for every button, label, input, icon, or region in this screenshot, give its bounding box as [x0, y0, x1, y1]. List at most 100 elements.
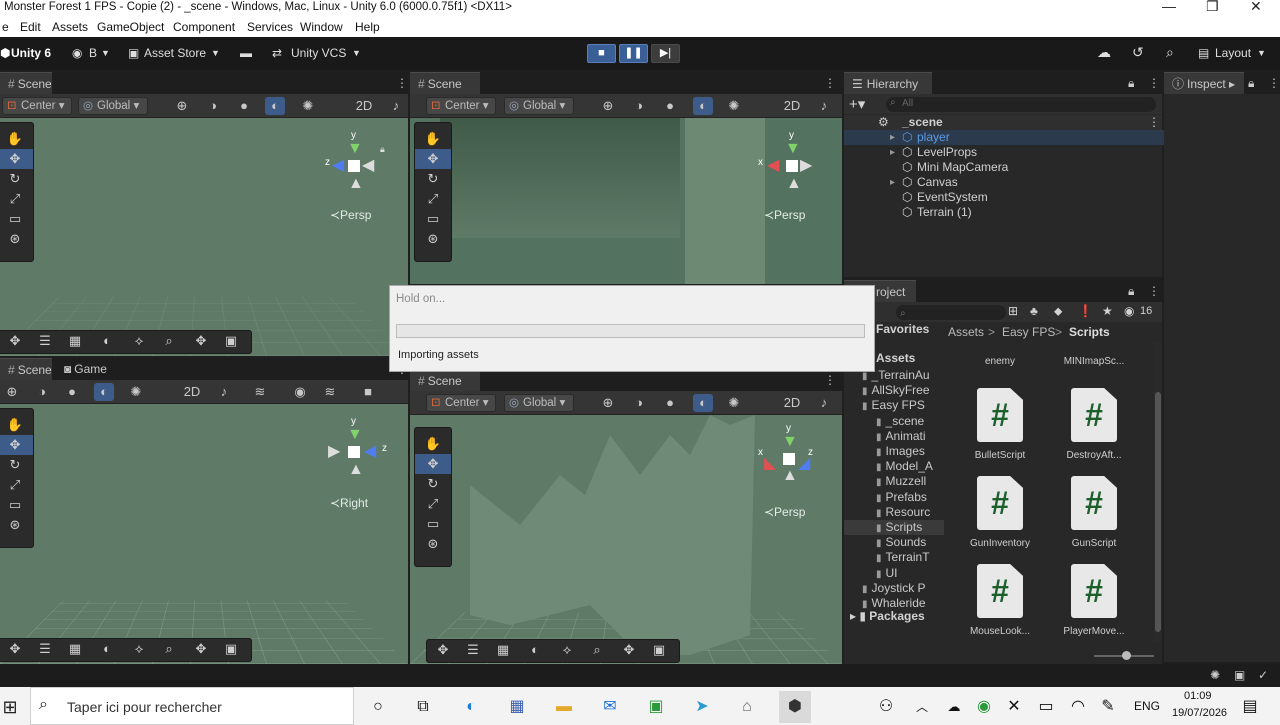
- zoom-slider-handle[interactable]: [1122, 651, 1131, 660]
- rect-tool-icon[interactable]: ▭: [0, 209, 33, 229]
- move-tool-icon[interactable]: ✥: [429, 642, 457, 658]
- effects-icon[interactable]: ✺: [724, 97, 744, 115]
- space-dropdown[interactable]: Global ▾: [504, 394, 574, 412]
- unity-hub-icon[interactable]: ⬢: [779, 691, 811, 723]
- menu-window[interactable]: Window: [300, 20, 343, 34]
- lock-icon[interactable]: 🔒︎: [1128, 284, 1134, 299]
- hierarchy-item[interactable]: ⬡ Mini MapCamera: [844, 160, 1164, 175]
- close-button[interactable]: ✕: [1250, 0, 1262, 15]
- grid-toggle-icon[interactable]: ⊕: [172, 97, 192, 115]
- cloud-build-icon[interactable]: ▬: [240, 46, 252, 60]
- lit-icon[interactable]: ◐: [265, 97, 285, 115]
- camera-icon[interactable]: ▣: [645, 642, 673, 658]
- scene-viewport[interactable]: ✋ ✥ ↻ ⤢ ▭ ⊛ y ▼ z ◀ ◀ ▲ 🔒︎ ≺Persp ✥ ☰ ▦ …: [0, 118, 408, 356]
- 2d-toggle-icon[interactable]: 2D: [182, 383, 202, 401]
- folder-item[interactable]: _scene: [876, 414, 924, 429]
- grid-icon[interactable]: ▦: [61, 641, 89, 657]
- shading-icon[interactable]: ◑: [203, 97, 223, 115]
- folder-item[interactable]: Scripts: [844, 520, 944, 535]
- folder-item[interactable]: Muzzell: [876, 474, 926, 489]
- hand-tool-icon[interactable]: ✋: [0, 415, 33, 435]
- space-dropdown[interactable]: Global ▾: [78, 97, 148, 115]
- asset-store-button[interactable]: Asset Store: [144, 46, 206, 60]
- folder-item[interactable]: TerrainT: [876, 550, 930, 565]
- onedrive-icon[interactable]: ☁: [942, 695, 966, 719]
- lighting-icon[interactable]: ◐: [93, 641, 121, 656]
- menu-gameobject[interactable]: GameObject: [97, 20, 164, 34]
- clock-time[interactable]: 01:09: [1184, 690, 1212, 702]
- search-icon[interactable]: ⌕: [155, 641, 183, 657]
- script-asset[interactable]: # BulletScript: [960, 388, 1040, 461]
- play-button[interactable]: ■: [587, 44, 616, 63]
- telegram-icon[interactable]: ➤: [690, 695, 714, 719]
- scene-row[interactable]: ⚙ _scene ⋮: [844, 115, 1162, 130]
- 2d-toggle-icon[interactable]: 2D: [782, 97, 802, 115]
- shaded-icon[interactable]: ●: [234, 97, 254, 115]
- task-view-icon[interactable]: ⧉: [411, 695, 435, 719]
- move-tool-icon[interactable]: ✥: [187, 333, 215, 349]
- tab-scene[interactable]: # Scene: [0, 358, 52, 380]
- folder-item[interactable]: Sounds: [876, 535, 926, 550]
- folder-item[interactable]: Prefabs: [876, 490, 927, 505]
- script-asset[interactable]: # PlayerMove...: [1054, 564, 1134, 637]
- favorite-icon[interactable]: ★: [1102, 304, 1113, 318]
- pivot-dropdown[interactable]: Center ▾: [2, 97, 72, 115]
- nav-icon[interactable]: ⟡: [553, 642, 581, 658]
- restore-button[interactable]: ❐: [1206, 0, 1219, 15]
- expand-arrow-icon[interactable]: ▸: [890, 145, 895, 160]
- search-icon[interactable]: ⌕: [583, 642, 611, 658]
- lit-icon[interactable]: ◐: [693, 97, 713, 115]
- more-options-icon[interactable]: ⋮: [1148, 284, 1160, 298]
- layers-icon[interactable]: ≋: [320, 383, 340, 401]
- orientation-gizmo[interactable]: y ▼ z ◀ ◀ ▲ 🔒︎: [320, 130, 380, 200]
- tab-scene[interactable]: # Scene: [0, 72, 52, 94]
- rotate-tool-icon[interactable]: ↻: [415, 169, 451, 189]
- battery-icon[interactable]: ▭: [1034, 695, 1058, 719]
- lock-icon[interactable]: 🔒︎: [1248, 76, 1254, 91]
- add-icon[interactable]: +▾: [849, 95, 865, 113]
- rotate-tool-icon[interactable]: ↻: [0, 169, 33, 189]
- camera-icon[interactable]: ▣: [217, 641, 245, 657]
- shading-icon[interactable]: ◑: [629, 97, 649, 115]
- asset-item[interactable]: MINImapSc...: [1054, 342, 1134, 367]
- move-tool-icon[interactable]: ✥: [415, 454, 451, 474]
- 2d-toggle-icon[interactable]: 2D: [782, 394, 802, 412]
- project-search-input[interactable]: ⌕: [896, 305, 1006, 320]
- move-tool-icon[interactable]: ✥: [1, 641, 29, 657]
- shaded-icon[interactable]: ●: [660, 394, 680, 412]
- folder-item[interactable]: AllSkyFree: [862, 383, 930, 398]
- menu-edit[interactable]: Edit: [20, 20, 41, 34]
- show-hidden-icons-icon[interactable]: ︿: [910, 695, 934, 719]
- move-tool-icon[interactable]: ✥: [1, 333, 29, 349]
- pivot-dropdown[interactable]: Center ▾: [426, 97, 496, 115]
- history-icon[interactable]: ↺: [1132, 44, 1144, 61]
- scene-viewport[interactable]: ✋ ✥ ↻ ⤢ ▭ ⊛ y ▼ x ◣ z ◢ ▲ ≺Persp ✥ ☰ ▦ ◐…: [410, 415, 842, 664]
- orientation-gizmo[interactable]: y ▼ x ◀ ▶ ▲: [758, 130, 818, 200]
- more-options-icon[interactable]: ⋮: [396, 76, 408, 90]
- layout-button[interactable]: Layout: [1215, 46, 1251, 60]
- rotate-tool-icon[interactable]: ↻: [415, 474, 451, 494]
- lock-icon[interactable]: 🔒︎: [380, 144, 385, 155]
- nav-icon[interactable]: ⟡: [125, 333, 153, 349]
- script-asset[interactable]: # DestroyAft...: [1054, 388, 1134, 461]
- scrollbar[interactable]: [1154, 342, 1162, 642]
- type-filter-icon[interactable]: ♣: [1030, 304, 1038, 318]
- scale-tool-icon[interactable]: ⤢: [0, 189, 33, 209]
- cache-icon[interactable]: ▣: [1234, 668, 1245, 682]
- taskbar-search-input[interactable]: ⌕ Taper ici pour rechercher: [30, 687, 354, 725]
- folder-item[interactable]: Images: [876, 444, 925, 459]
- grid-toggle-icon[interactable]: ⊕: [598, 97, 618, 115]
- check-icon[interactable]: ✓: [1258, 668, 1268, 682]
- debug-icon[interactable]: ✺: [1210, 668, 1220, 682]
- app-tray-icon[interactable]: ◉: [972, 695, 996, 719]
- cloud-icon[interactable]: ☁: [1097, 44, 1111, 61]
- settings-icon[interactable]: ☰: [459, 642, 487, 658]
- volume-muted-icon[interactable]: ✕: [1002, 695, 1026, 719]
- more-options-icon[interactable]: ⋮: [824, 373, 836, 387]
- meet-icon[interactable]: ▣: [644, 695, 668, 719]
- audio-icon[interactable]: ♪: [386, 97, 406, 115]
- asset-item[interactable]: enemy: [960, 342, 1040, 367]
- scrollbar-thumb[interactable]: [1155, 392, 1161, 632]
- menu-services[interactable]: Services: [247, 20, 293, 34]
- layers-icon[interactable]: ≋: [250, 383, 270, 401]
